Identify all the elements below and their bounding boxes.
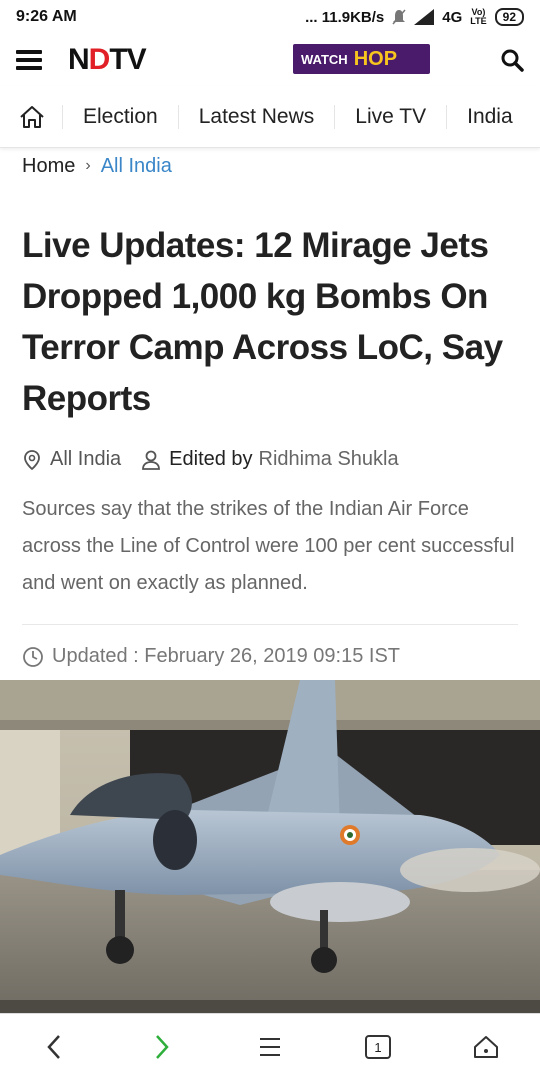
menu-icon[interactable] <box>16 50 42 70</box>
article-headline: Live Updates: 12 Mirage Jets Dropped 1,0… <box>22 226 503 418</box>
menu-button[interactable] <box>250 1027 290 1067</box>
browser-bottom-bar: 1 <box>0 1013 540 1080</box>
nav-item-live-tv[interactable]: Live TV <box>334 104 446 129</box>
nav-item-latest-news[interactable]: Latest News <box>177 104 335 129</box>
chevron-left-icon <box>47 1035 60 1059</box>
status-right: ... 11.9KB/s 4G Vo) LTE 92 <box>305 8 524 26</box>
chevron-right-icon: › <box>85 157 91 174</box>
chevron-right-icon <box>156 1035 169 1059</box>
tabs-button[interactable]: 1 <box>358 1027 398 1067</box>
user-icon <box>142 450 161 470</box>
search-icon[interactable] <box>500 48 524 72</box>
volte-bottom: LTE <box>470 16 487 26</box>
home-icon <box>474 1036 498 1058</box>
hop-label: HOP <box>353 47 398 70</box>
watch-label: WATCH <box>301 51 348 67</box>
breadcrumb-home[interactable]: Home <box>22 155 75 178</box>
nav-item-india[interactable]: India <box>446 104 533 129</box>
edited-by-label: Edited by <box>169 448 253 470</box>
status-time: 9:26 AM <box>16 8 77 25</box>
article-updated: Updated : February 26, 2019 09:15 IST <box>0 625 540 668</box>
signal-icon <box>414 9 435 25</box>
back-button[interactable] <box>34 1027 74 1067</box>
nav-item-election[interactable]: Election <box>62 104 178 129</box>
mute-icon <box>392 9 406 25</box>
home-button[interactable] <box>466 1027 506 1067</box>
article-meta: All India Edited by Ridhima Shukla <box>0 424 540 471</box>
breadcrumb: Home › All India <box>0 148 540 180</box>
article-summary: Sources say that the strikes of the Indi… <box>22 498 515 594</box>
tabs-icon: 1 <box>365 1035 391 1059</box>
network-type: 4G <box>442 8 463 26</box>
logo-part: N <box>68 43 90 76</box>
watch-hop-button[interactable]: WATCH HOP <box>293 44 430 74</box>
ndtv-logo[interactable]: NDTV <box>68 43 147 77</box>
status-bar: 9:26 AM ... 11.9KB/s 4G Vo) LTE 92 <box>0 0 540 34</box>
logo-red-part: D <box>88 43 111 76</box>
logo-part: TV <box>109 43 146 76</box>
article-hero-image[interactable] <box>0 680 540 1013</box>
updated-timestamp: Updated : February 26, 2019 09:15 IST <box>52 645 400 667</box>
menu-lines-icon <box>260 1038 280 1056</box>
article-author[interactable]: Ridhima Shukla <box>259 448 399 471</box>
clock-icon <box>23 646 43 667</box>
forward-button[interactable] <box>142 1027 182 1067</box>
location-pin-icon <box>24 449 40 470</box>
category-nav: Election Latest News Live TV India <box>0 86 540 148</box>
app-header: NDTV WATCH HOP <box>0 34 540 86</box>
volte-indicator: Vo) LTE <box>470 8 486 26</box>
article-location[interactable]: All India <box>50 448 121 471</box>
network-speed: ... 11.9KB/s <box>305 8 385 26</box>
battery-icon: 92 <box>494 8 524 26</box>
breadcrumb-current[interactable]: All India <box>101 155 172 178</box>
home-icon[interactable] <box>18 104 46 130</box>
